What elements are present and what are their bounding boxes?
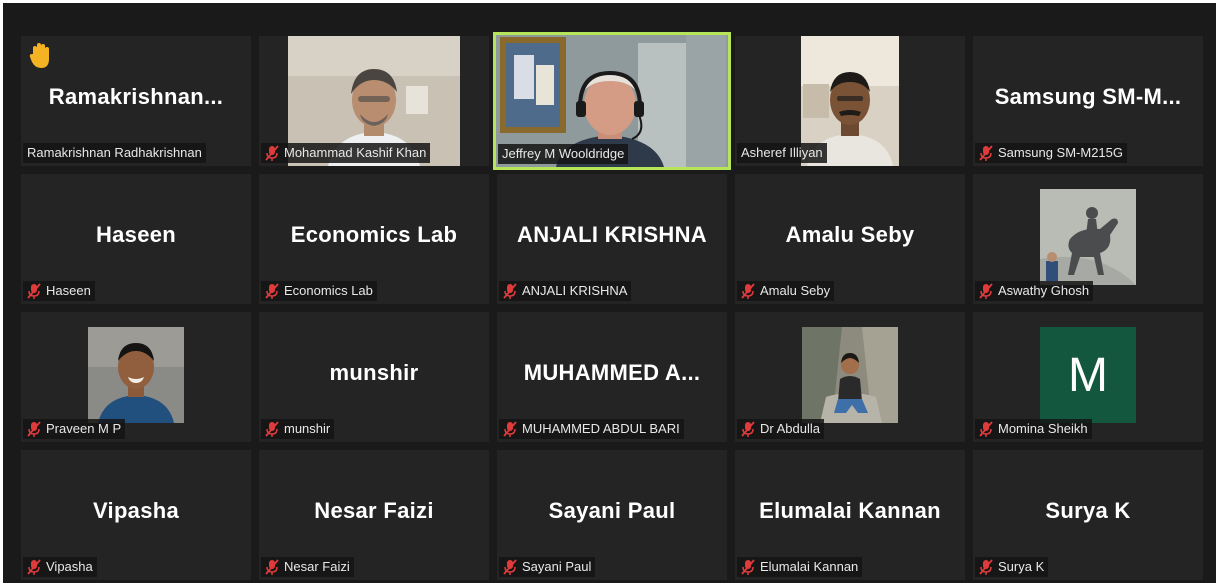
participant-name: Aswathy Ghosh: [998, 283, 1090, 298]
participant-name-label: munshir: [261, 419, 335, 439]
participant-name-label: Dr Abdulla: [737, 419, 824, 439]
participant-tile-jeffrey[interactable]: Jeffrey M Wooldridge: [493, 32, 731, 170]
participant-display-name: Sayani Paul: [548, 498, 676, 523]
participant-name: Jeffrey M Wooldridge: [502, 146, 625, 161]
participant-name: Momina Sheikh: [998, 421, 1088, 436]
participant-name-label: Elumalai Kannan: [737, 557, 863, 577]
mic-muted-icon: [265, 145, 279, 161]
mic-muted-icon: [741, 283, 755, 299]
participant-name: Nesar Faizi: [284, 559, 350, 574]
participant-name-label: Sayani Paul: [499, 557, 596, 577]
participant-display-name: ANJALI KRISHNA: [517, 222, 707, 247]
participant-name-label: Mohammad Kashif Khan: [261, 143, 431, 163]
participant-tile-momina[interactable]: M Momina Sheikh: [973, 312, 1203, 442]
participant-tile-surya[interactable]: Surya K Surya K: [973, 450, 1203, 580]
participant-display-name: munshir: [329, 360, 419, 385]
participant-name: munshir: [284, 421, 331, 436]
participant-tile-kashif[interactable]: Mohammad Kashif Khan: [259, 36, 489, 166]
participant-tile-anjali[interactable]: ANJALI KRISHNA ANJALI KRISHNA: [497, 174, 727, 304]
participant-name: Praveen M P: [46, 421, 122, 436]
participant-display-name: MUHAMMED A...: [523, 360, 701, 385]
participant-tile-amalu[interactable]: Amalu Seby Amalu Seby: [735, 174, 965, 304]
participant-name-label: Jeffrey M Wooldridge: [498, 144, 629, 164]
participant-name-label: Ramakrishnan Radhakrishnan: [23, 143, 206, 163]
mic-muted-icon: [503, 559, 517, 575]
mic-muted-icon: [503, 421, 517, 437]
mic-muted-icon: [265, 283, 279, 299]
participant-tile-elumalai[interactable]: Elumalai Kannan Elumalai Kannan: [735, 450, 965, 580]
mic-muted-icon: [979, 559, 993, 575]
participant-name: Haseen: [46, 283, 91, 298]
participant-name: Mohammad Kashif Khan: [284, 145, 427, 160]
mic-muted-icon: [503, 283, 517, 299]
participant-tile-abdulla[interactable]: Dr Abdulla: [735, 312, 965, 442]
participant-name-label: MUHAMMED ABDUL BARI: [499, 419, 684, 439]
participant-tile-sayani[interactable]: Sayani Paul Sayani Paul: [497, 450, 727, 580]
participant-display-name: Haseen: [95, 222, 177, 247]
participant-tile-aswathy[interactable]: Aswathy Ghosh: [973, 174, 1203, 304]
participant-tile-nesar[interactable]: Nesar Faizi Nesar Faizi: [259, 450, 489, 580]
participant-tile-econlab[interactable]: Economics Lab Economics Lab: [259, 174, 489, 304]
participant-name: Sayani Paul: [522, 559, 592, 574]
video-gallery: Ramakrishnan... Ramakrishnan Radhakrishn…: [3, 3, 1216, 583]
mic-muted-icon: [27, 559, 41, 575]
mic-muted-icon: [27, 421, 41, 437]
participant-name-label: Samsung SM-M215G: [975, 143, 1127, 163]
mic-muted-icon: [979, 283, 993, 299]
raised-hand-icon: [29, 43, 49, 68]
avatar: M: [1040, 327, 1136, 423]
participant-name-label: Asheref Illiyan: [737, 143, 827, 163]
participant-name: Amalu Seby: [760, 283, 831, 298]
participant-tile-ramakrishnan[interactable]: Ramakrishnan... Ramakrishnan Radhakrishn…: [21, 36, 251, 166]
participant-name-label: Surya K: [975, 557, 1049, 577]
participant-name-label: Amalu Seby: [737, 281, 835, 301]
participant-name: Vipasha: [46, 559, 93, 574]
participant-display-name: Economics Lab: [290, 222, 458, 247]
participant-name: Economics Lab: [284, 283, 373, 298]
participant-tile-asheref[interactable]: Asheref Illiyan: [735, 36, 965, 166]
participant-name-label: ANJALI KRISHNA: [499, 281, 632, 301]
mic-muted-icon: [979, 145, 993, 161]
participant-display-name: Samsung SM-M...: [994, 84, 1182, 109]
participant-name: Samsung SM-M215G: [998, 145, 1123, 160]
participant-tile-munshir[interactable]: munshir munshir: [259, 312, 489, 442]
participant-name-label: Praveen M P: [23, 419, 126, 439]
participant-profile-image: [1040, 189, 1136, 285]
participant-name: Elumalai Kannan: [760, 559, 859, 574]
participant-tile-vipasha[interactable]: Vipasha Vipasha: [21, 450, 251, 580]
participant-display-name: Ramakrishnan...: [48, 84, 224, 109]
participant-name: ANJALI KRISHNA: [522, 283, 628, 298]
mic-muted-icon: [265, 421, 279, 437]
participant-display-name: Nesar Faizi: [314, 498, 434, 523]
participant-tile-samsung[interactable]: Samsung SM-M... Samsung SM-M215G: [973, 36, 1203, 166]
mic-muted-icon: [265, 559, 279, 575]
participant-display-name: Vipasha: [92, 498, 180, 523]
participant-name: Surya K: [998, 559, 1045, 574]
participant-tile-muhammed[interactable]: MUHAMMED A... MUHAMMED ABDUL BARI: [497, 312, 727, 442]
mic-muted-icon: [741, 559, 755, 575]
participant-display-name: Amalu Seby: [785, 222, 915, 247]
participant-name-label: Economics Lab: [261, 281, 377, 301]
participant-profile-image: [802, 327, 898, 423]
participant-name-label: Haseen: [23, 281, 95, 301]
participant-name-label: Momina Sheikh: [975, 419, 1092, 439]
participant-name: MUHAMMED ABDUL BARI: [522, 421, 680, 436]
participant-display-name: Surya K: [1045, 498, 1131, 523]
participant-name: Asheref Illiyan: [741, 145, 823, 160]
mic-muted-icon: [979, 421, 993, 437]
participant-name: Dr Abdulla: [760, 421, 820, 436]
participant-name-label: Aswathy Ghosh: [975, 281, 1094, 301]
participant-name-label: Nesar Faizi: [261, 557, 354, 577]
participant-name-label: Vipasha: [23, 557, 97, 577]
participant-name: Ramakrishnan Radhakrishnan: [27, 145, 202, 160]
mic-muted-icon: [27, 283, 41, 299]
mic-muted-icon: [741, 421, 755, 437]
participant-tile-haseen[interactable]: Haseen Haseen: [21, 174, 251, 304]
participant-tile-praveen[interactable]: Praveen M P: [21, 312, 251, 442]
participant-display-name: Elumalai Kannan: [759, 498, 941, 523]
participant-profile-image: [88, 327, 184, 423]
